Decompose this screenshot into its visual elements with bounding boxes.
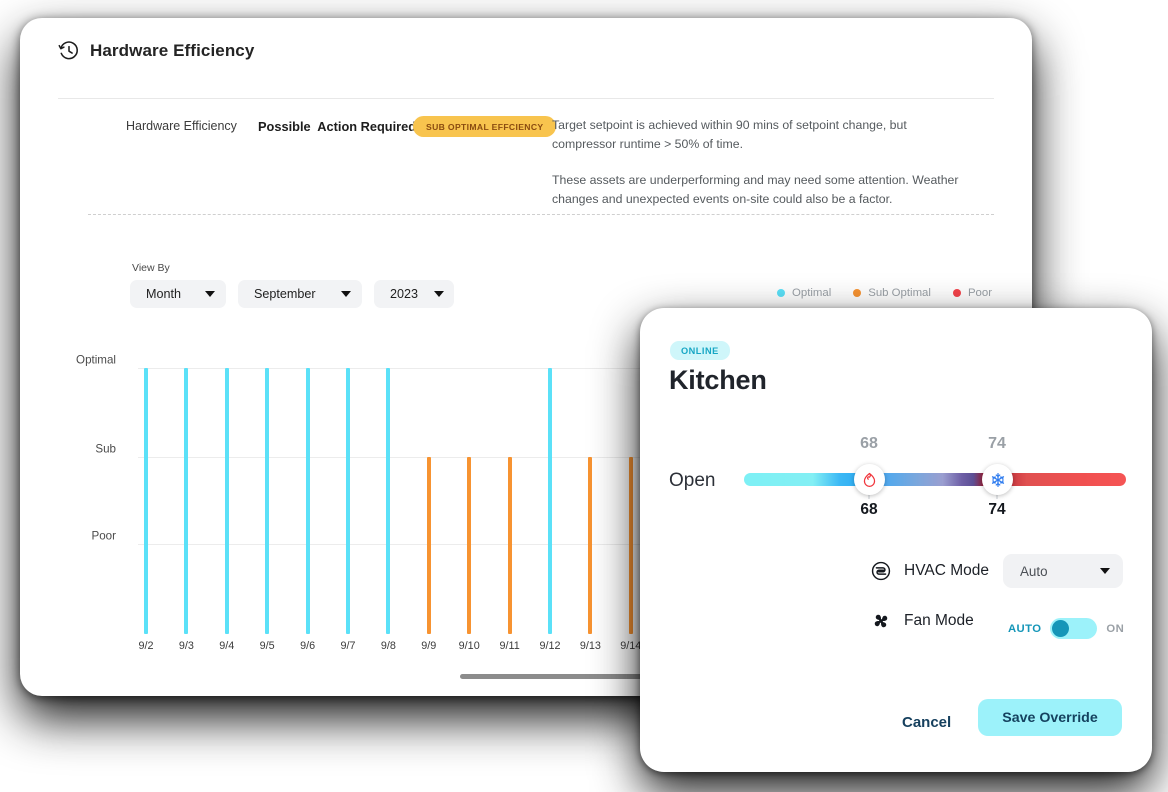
chart-bar[interactable] xyxy=(265,368,270,634)
hvac-mode-select[interactable]: Auto xyxy=(1003,554,1123,588)
chart-bar[interactable] xyxy=(628,457,633,634)
temperature-range-slider[interactable]: 68 68 74 74 xyxy=(744,435,1126,518)
snowflake-icon xyxy=(990,472,1006,488)
legend-dot-icon xyxy=(777,289,785,297)
section-divider xyxy=(88,214,994,215)
chart-legend: Optimal Sub Optimal Poor xyxy=(777,287,992,299)
x-axis-label: 9/11 xyxy=(499,640,520,652)
chart-bar[interactable] xyxy=(224,368,229,634)
chart-bar[interactable] xyxy=(305,368,310,634)
hvac-mode-value: Auto xyxy=(1020,563,1048,579)
fan-mode-toggle-group[interactable]: AUTO ON xyxy=(1008,618,1124,639)
cool-setpoint-top-value: 74 xyxy=(988,435,1006,452)
heat-setpoint-handle[interactable] xyxy=(854,464,885,495)
fan-mode-on-label[interactable]: ON xyxy=(1106,623,1124,635)
fan-icon xyxy=(870,610,904,632)
x-axis-label: 9/13 xyxy=(579,640,601,652)
y-axis-label: Sub xyxy=(95,442,116,456)
legend-label: Optimal xyxy=(792,287,832,299)
cancel-button[interactable]: Cancel xyxy=(892,706,961,739)
hvac-mode-icon xyxy=(870,560,904,582)
summary-description: Target setpoint is achieved within 90 mi… xyxy=(552,116,964,209)
x-axis-label: 9/6 xyxy=(300,640,316,652)
history-clock-icon xyxy=(58,40,80,62)
x-axis-label: 9/4 xyxy=(219,640,235,652)
flame-icon xyxy=(862,472,877,488)
status-badge: SUB OPTIMAL EFFCIENCY xyxy=(413,116,557,137)
legend-label: Poor xyxy=(967,287,992,299)
x-axis-label: 9/14 xyxy=(620,640,642,652)
page-title: Hardware Efficiency xyxy=(90,41,255,60)
cool-setpoint-handle[interactable] xyxy=(982,464,1013,495)
chart-bar[interactable] xyxy=(386,368,391,634)
room-control-panel: ONLINE Kitchen Open 68 68 74 74 HVAC Mod… xyxy=(640,308,1152,772)
chart-bar[interactable] xyxy=(426,457,431,634)
chart-bar[interactable] xyxy=(588,457,593,634)
fan-mode-label: Fan Mode xyxy=(904,612,974,629)
fan-mode-switch-knob xyxy=(1052,620,1070,637)
chart-bar[interactable] xyxy=(144,368,148,634)
chevron-down-icon xyxy=(341,291,351,297)
summary-status: Possible Action Required xyxy=(258,119,417,134)
x-axis-label: 9/3 xyxy=(178,640,194,652)
legend-label: Sub Optimal xyxy=(868,287,931,299)
filter-group: Month September 2023 xyxy=(130,280,454,308)
chart-y-axis: Optimal Sub Poor xyxy=(20,348,128,626)
room-name: Kitchen xyxy=(669,365,767,395)
month-select[interactable]: September xyxy=(238,280,362,308)
period-select-value: Month xyxy=(146,287,182,301)
view-by-label: View By xyxy=(132,262,170,274)
chevron-down-icon xyxy=(434,291,445,297)
header-divider xyxy=(58,98,994,99)
x-axis-label: 9/8 xyxy=(380,640,396,652)
cool-setpoint-value: 74 xyxy=(988,501,1006,518)
year-select-value: 2023 xyxy=(390,287,419,301)
slider-track[interactable] xyxy=(744,473,1126,486)
legend-dot-icon xyxy=(952,289,961,297)
fan-mode-row: Fan Mode xyxy=(870,610,974,632)
x-axis-label: 9/2 xyxy=(138,640,154,652)
save-override-button[interactable]: Save Override xyxy=(978,699,1122,736)
x-axis-label: 9/12 xyxy=(539,640,561,652)
chart-bar[interactable] xyxy=(467,457,472,634)
chart-bar[interactable] xyxy=(507,457,512,634)
legend-item: Optimal xyxy=(777,287,831,299)
hvac-mode-label: HVAC Mode xyxy=(904,562,989,579)
card-header: Hardware Efficiency xyxy=(58,40,254,62)
fan-mode-auto-label[interactable]: AUTO xyxy=(1008,623,1041,635)
chevron-down-icon xyxy=(1100,568,1110,574)
chart-bar[interactable] xyxy=(346,368,350,634)
period-select[interactable]: Month xyxy=(130,280,226,308)
year-select[interactable]: 2023 xyxy=(374,280,454,308)
legend-item: Poor xyxy=(952,287,992,299)
heat-setpoint-value: 68 xyxy=(860,501,878,518)
fan-mode-switch[interactable] xyxy=(1050,618,1098,639)
screen-root: Hardware Efficiency Hardware Efficiency … xyxy=(0,0,1168,792)
summary-description-line-2: These assets are underperforming and may… xyxy=(552,173,959,206)
x-axis-label: 9/7 xyxy=(340,640,356,652)
y-axis-label: Poor xyxy=(91,529,117,543)
summary-description-line-1: Target setpoint is achieved within 90 mi… xyxy=(552,118,907,151)
x-axis-label: 9/10 xyxy=(458,640,480,652)
panel-footer: Cancel Save Override xyxy=(640,692,1152,772)
chevron-down-icon xyxy=(205,291,215,297)
chart-bar[interactable] xyxy=(548,368,552,634)
x-axis-label: 9/5 xyxy=(259,640,275,652)
legend-item: Sub Optimal xyxy=(853,287,931,299)
hvac-mode-row: HVAC Mode xyxy=(870,560,989,582)
online-status-badge: ONLINE xyxy=(670,341,730,360)
month-select-value: September xyxy=(254,287,316,301)
y-axis-label: Optimal xyxy=(76,353,116,367)
chart-bar[interactable] xyxy=(184,368,189,634)
heat-setpoint-top-value: 68 xyxy=(860,435,878,452)
legend-dot-icon xyxy=(853,289,862,297)
x-axis-label: 9/9 xyxy=(421,640,437,652)
summary-label: Hardware Efficiency xyxy=(126,119,237,133)
damper-state-label: Open xyxy=(669,470,716,491)
